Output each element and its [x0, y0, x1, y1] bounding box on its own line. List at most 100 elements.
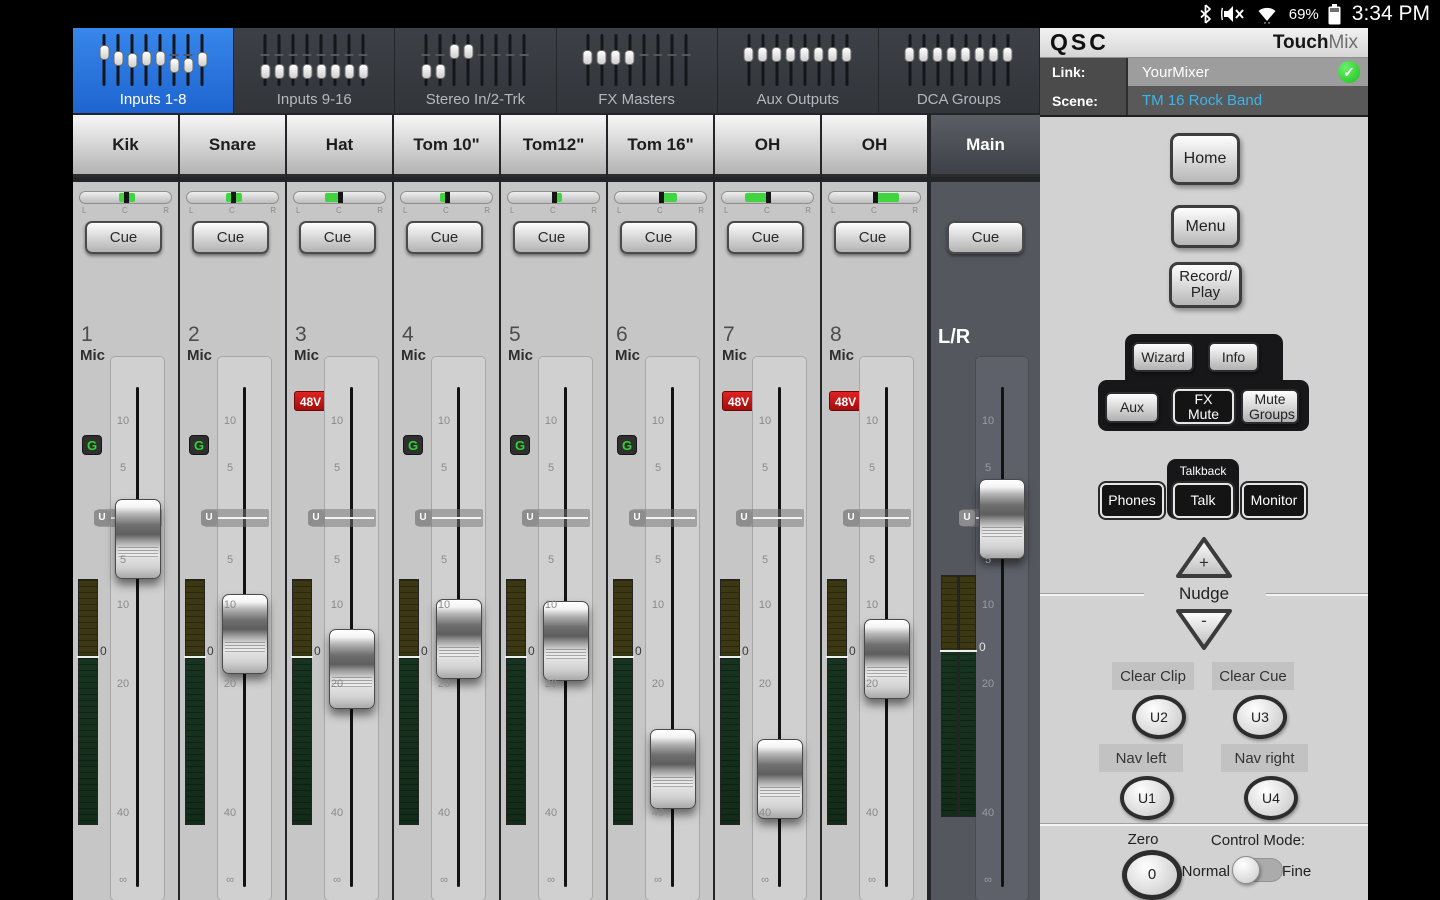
pan-indicator[interactable] [721, 191, 814, 204]
pan-indicator[interactable] [186, 191, 279, 204]
fader-scale-label: 5 [327, 462, 347, 474]
channel-strip: Tom 10" LCR Cue 4 Mic G U 1055102040∞ [394, 113, 499, 900]
tab-stereo-in-2-trk[interactable]: Stereo In/2-Trk [395, 28, 555, 113]
pan-scale-labels: LCR [721, 206, 814, 215]
fader-cap[interactable] [436, 599, 482, 679]
app-title: TouchMix [1273, 32, 1358, 54]
scene-label: Scene: [1040, 86, 1128, 115]
wizard-button[interactable]: Wizard [1132, 342, 1194, 372]
link-value[interactable]: YourMixer ✓ [1128, 58, 1368, 86]
clear-clip-button[interactable]: Clear Clip [1112, 662, 1194, 690]
nudge-down-button[interactable]: - [1174, 607, 1234, 652]
mini-fader [802, 34, 807, 86]
channel-name-button[interactable]: OH [822, 115, 927, 177]
channel-name-button[interactable]: Tom 10" [394, 115, 499, 177]
nav-left-button[interactable]: Nav left [1099, 744, 1183, 772]
fader-scale-label: 5 [862, 554, 882, 566]
fader-cap[interactable] [115, 499, 161, 579]
fader-scale-label: 5 [113, 554, 133, 566]
tab-dca-groups[interactable]: DCA Groups [879, 28, 1039, 113]
mini-fader [816, 34, 821, 86]
scene-value[interactable]: TM 16 Rock Band [1128, 86, 1368, 115]
tab-aux-outputs[interactable]: Aux Outputs [718, 28, 878, 113]
home-button[interactable]: Home [1170, 133, 1240, 185]
monitor-button[interactable]: Monitor [1242, 483, 1306, 518]
pan-indicator[interactable] [614, 191, 707, 204]
pan-indicator[interactable] [79, 191, 172, 204]
meter-zero-label: 0 [421, 644, 428, 658]
tab-fx-masters[interactable]: FX Masters [557, 28, 717, 113]
info-button[interactable]: Info [1208, 342, 1259, 372]
fader-cap[interactable] [329, 629, 375, 709]
nudge-up-button[interactable]: + [1174, 535, 1234, 580]
cue-button[interactable]: Cue [192, 221, 269, 254]
control-mode-toggle[interactable] [1233, 858, 1283, 882]
channel-strip: Kik LCR Cue 1 Mic G U 1055102040∞ [73, 113, 178, 900]
level-meter [292, 579, 312, 825]
meter-zero-label: 0 [635, 644, 642, 658]
tab-inputs-1-8[interactable]: Inputs 1-8 [73, 28, 233, 113]
pan-indicator[interactable] [507, 191, 600, 204]
channel-name-button[interactable]: Kik [73, 115, 178, 177]
channel-strip: Tom 16" LCR Cue 6 Mic G U 1055102040∞ [608, 113, 713, 900]
channel-strip: OH LCR Cue 8 Mic 48V U 1055102040∞ [822, 113, 927, 900]
pan-indicator[interactable] [293, 191, 386, 204]
user-button-u2[interactable]: U2 [1132, 695, 1186, 739]
cue-button[interactable]: Cue [299, 221, 376, 254]
fader-scale-label: 20 [434, 678, 454, 690]
talk-button[interactable]: Talk [1173, 483, 1233, 518]
control-mode-fine-label: Fine [1282, 863, 1311, 880]
menu-button[interactable]: Menu [1171, 205, 1240, 248]
pan-fill [876, 193, 899, 202]
fader-scale-label: 5 [113, 462, 133, 474]
cue-button[interactable]: Cue [947, 221, 1024, 254]
mini-fader [907, 34, 912, 86]
mini-fader [480, 34, 485, 86]
mini-fader [361, 34, 366, 86]
toggle-knob[interactable] [1232, 856, 1260, 884]
cue-button[interactable]: Cue [620, 221, 697, 254]
fader-cap[interactable] [979, 479, 1025, 559]
fader-scale-label: 5 [755, 462, 775, 474]
unity-label: U [94, 510, 110, 526]
fader-scale-label: 20 [113, 678, 133, 690]
aux-button[interactable]: Aux [1105, 392, 1159, 423]
fader-cap[interactable] [543, 601, 589, 681]
fx-mute-button[interactable]: FXMute [1173, 389, 1234, 424]
pan-scale-labels: LCR [828, 206, 921, 215]
user-button-u3[interactable]: U3 [1233, 695, 1287, 739]
unity-label: U [959, 510, 975, 526]
mute-groups-button[interactable]: MuteGroups [1241, 389, 1299, 424]
user-button-u4[interactable]: U4 [1244, 776, 1298, 820]
nav-right-button[interactable]: Nav right [1221, 744, 1308, 772]
channel-name-button[interactable]: Tom 16" [608, 115, 713, 177]
cue-button[interactable]: Cue [727, 221, 804, 254]
pan-notch [552, 192, 557, 203]
cue-button[interactable]: Cue [513, 221, 590, 254]
fader-cap[interactable] [650, 729, 696, 809]
pan-notch [338, 192, 343, 203]
cue-button[interactable]: Cue [834, 221, 911, 254]
record-play-button[interactable]: Record/Play [1169, 262, 1242, 308]
cue-button[interactable]: Cue [406, 221, 483, 254]
channel-strip: OH LCR Cue 7 Mic 48V U 1055102040∞ [715, 113, 820, 900]
mini-fader [102, 34, 107, 86]
pan-indicator[interactable] [400, 191, 493, 204]
pan-indicator[interactable] [828, 191, 921, 204]
fader-track: U 1055102040∞ [217, 356, 272, 900]
phones-button[interactable]: Phones [1100, 483, 1164, 518]
tab-inputs-9-16[interactable]: Inputs 9-16 [234, 28, 394, 113]
clear-cue-button[interactable]: Clear Cue [1212, 662, 1294, 690]
user-button-u1[interactable]: U1 [1120, 776, 1174, 820]
gate-badge: G [82, 435, 102, 455]
fader-scale-label: 5 [541, 462, 561, 474]
fader-scale-label: 10 [113, 415, 133, 427]
fader-scale-label: ∞ [327, 874, 347, 886]
channel-name-button[interactable]: Snare [180, 115, 285, 177]
cue-button[interactable]: Cue [85, 221, 162, 254]
channel-name-button[interactable]: Main [931, 115, 1040, 177]
channel-name-button[interactable]: OH [715, 115, 820, 177]
channel-name-button[interactable]: Hat [287, 115, 392, 177]
level-meter [941, 575, 976, 817]
channel-name-button[interactable]: Tom12" [501, 115, 606, 177]
